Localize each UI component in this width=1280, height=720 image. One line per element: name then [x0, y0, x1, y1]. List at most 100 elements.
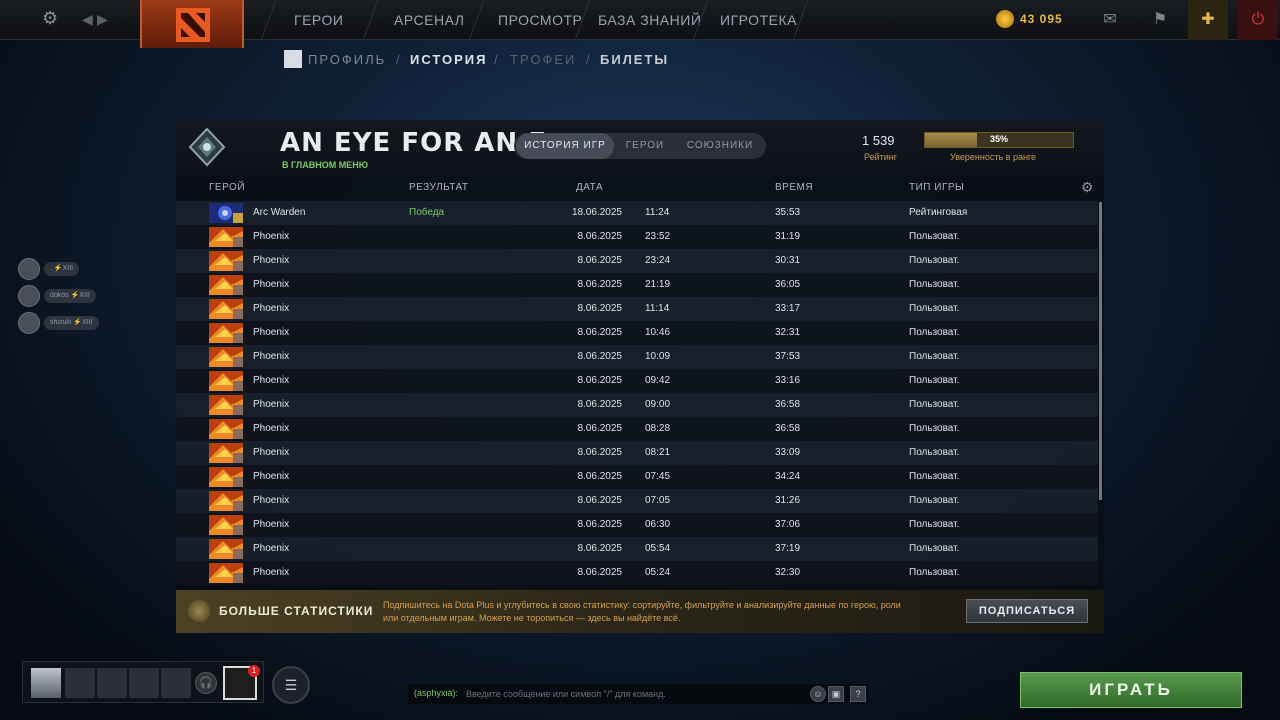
table-row[interactable]: Phoenix 8.06.2025 21:19 36:05 Пользоват.	[176, 273, 1098, 297]
match-date: 8.06.2025	[577, 303, 623, 314]
hero-portrait	[209, 563, 243, 583]
match-duration: 33:16	[775, 375, 801, 386]
nav-arcade[interactable]: ИГРОТЕКА	[720, 12, 797, 28]
match-duration: 35:53	[775, 207, 801, 218]
shards-counter[interactable]: 43 095	[996, 10, 1063, 28]
subnav-profile[interactable]: ПРОФИЛЬ	[308, 52, 386, 67]
match-time: 07:05	[645, 495, 671, 506]
column-header-game-type[interactable]: ТИП ИГРЫ	[909, 182, 964, 193]
nav-learn[interactable]: БАЗА ЗНАНИЙ	[598, 12, 701, 28]
match-date: 8.06.2025	[577, 519, 623, 530]
hero-name: Phoenix	[253, 543, 290, 554]
tab-heroes[interactable]: ГЕРОИ	[614, 133, 676, 159]
table-row[interactable]: Phoenix 8.06.2025 08:21 33:09 Пользоват.	[176, 441, 1098, 465]
nav-heroes[interactable]: ГЕРОИ	[294, 12, 343, 28]
friend-level: XIII	[82, 319, 93, 326]
table-row[interactable]: Phoenix 8.06.2025 06:30 37:06 Пользоват.	[176, 513, 1098, 537]
nav-divider	[260, 0, 277, 40]
match-duration: 37:53	[775, 351, 801, 362]
forward-arrow-icon[interactable]: ▶	[97, 11, 108, 28]
table-row[interactable]: Phoenix 8.06.2025 05:24 32:30 Пользоват.	[176, 561, 1098, 585]
friend-name: dokos	[50, 292, 69, 299]
friends-list-icon[interactable]: ☰	[272, 666, 310, 704]
avatar	[18, 285, 40, 307]
banner-icon[interactable]: ⚑	[1140, 0, 1180, 40]
chat-input[interactable]	[466, 687, 796, 701]
match-mode: Рейтинговая	[909, 207, 968, 218]
power-icon[interactable]: ⏻	[1238, 0, 1278, 40]
table-row[interactable]: Phoenix 8.06.2025 09:42 33:16 Пользоват.	[176, 369, 1098, 393]
match-date: 8.06.2025	[577, 375, 623, 386]
help-button[interactable]: ?	[850, 686, 866, 702]
friend-pill: . ⚡XIII	[44, 262, 80, 276]
shards-value: 43 095	[1020, 12, 1063, 27]
table-row[interactable]: Phoenix 8.06.2025 10:46 32:31 Пользоват.	[176, 321, 1098, 345]
hero-portrait	[209, 347, 243, 367]
avatar-icon[interactable]	[284, 50, 302, 68]
party-slot[interactable]	[97, 668, 127, 698]
play-button[interactable]: ИГРАТЬ	[1020, 672, 1242, 708]
match-duration: 36:05	[775, 279, 801, 290]
party-bar: 🎧	[22, 661, 264, 703]
match-time: 08:28	[645, 423, 671, 434]
mail-icon[interactable]: ✉	[1090, 0, 1130, 40]
hero-portrait	[209, 539, 243, 559]
nav-armory[interactable]: АРСЕНАЛ	[394, 12, 464, 28]
hero-portrait	[209, 275, 243, 295]
table-settings-gear-icon[interactable]: ⚙	[1081, 179, 1094, 196]
table-row[interactable]: Phoenix 8.06.2025 23:52 31:19 Пользоват.	[176, 225, 1098, 249]
tab-match-history[interactable]: ИСТОРИЯ ИГР	[516, 133, 614, 159]
table-row[interactable]: Phoenix 8.06.2025 10:09 37:53 Пользоват.	[176, 345, 1098, 369]
hero-name: Phoenix	[253, 303, 290, 314]
subnav-tickets[interactable]: БИЛЕТЫ	[600, 52, 669, 67]
match-mode: Пользоват.	[909, 447, 960, 458]
match-time: 06:30	[645, 519, 671, 530]
hero-portrait	[209, 323, 243, 343]
rating-value: 1 539	[862, 133, 895, 148]
tab-allies[interactable]: СОЮЗНИКИ	[676, 133, 764, 159]
profile-header: AN EYE FOR AN E ... В ГЛАВНОМ МЕНЮ ИСТОР…	[176, 120, 1104, 175]
match-date: 8.06.2025	[577, 447, 623, 458]
match-time: 10:09	[645, 351, 671, 362]
table-row[interactable]: Phoenix 8.06.2025 05:54 37:19 Пользоват.	[176, 537, 1098, 561]
hero-name: Phoenix	[253, 231, 290, 242]
match-mode: Пользоват.	[909, 519, 960, 530]
emoji-icon[interactable]: ☺	[810, 686, 826, 702]
nav-watch[interactable]: ПРОСМОТР	[498, 12, 582, 28]
scrollbar[interactable]	[1099, 202, 1102, 500]
match-duration: 31:19	[775, 231, 801, 242]
table-row[interactable]: Phoenix 8.06.2025 11:14 33:17 Пользоват.	[176, 297, 1098, 321]
dota-plus-icon[interactable]: ✚	[1188, 0, 1228, 40]
gear-icon[interactable]: ⚙	[42, 8, 58, 29]
party-slot[interactable]	[161, 668, 191, 698]
screenshot-icon[interactable]: ▣	[828, 686, 844, 702]
subnav-history[interactable]: ИСТОРИЯ	[410, 52, 488, 67]
column-header-date[interactable]: ДАТА	[576, 182, 603, 193]
match-mode: Пользоват.	[909, 471, 960, 482]
avatar[interactable]	[31, 668, 61, 698]
column-header-hero[interactable]: ГЕРОЙ	[209, 182, 245, 193]
table-row[interactable]: Phoenix 8.06.2025 23:24 30:31 Пользоват.	[176, 249, 1098, 273]
match-duration: 34:24	[775, 471, 801, 482]
match-date: 8.06.2025	[577, 543, 623, 554]
table-row[interactable]: Arc Warden Победа 18.06.2025 11:24 35:53 Рейт…	[176, 201, 1098, 225]
party-slot[interactable]	[65, 668, 95, 698]
table-row[interactable]: Phoenix 8.06.2025 08:28 36:58 Пользоват.	[176, 417, 1098, 441]
match-mode: Пользоват.	[909, 351, 960, 362]
friend-pill: dokos ⚡XIII	[44, 289, 96, 303]
subscribe-button[interactable]: ПОДПИСАТЬСЯ	[966, 599, 1088, 623]
hero-name: Phoenix	[253, 471, 290, 482]
column-header-duration[interactable]: ВРЕМЯ	[775, 182, 813, 193]
table-row[interactable]: Phoenix 8.06.2025 07:05 31:26 Пользоват.	[176, 489, 1098, 513]
table-row[interactable]: Phoenix 8.06.2025 09:00 36:58 Пользоват.	[176, 393, 1098, 417]
column-header-result[interactable]: РЕЗУЛЬТАТ	[409, 182, 468, 193]
subnav-trophies[interactable]: ТРОФЕИ	[510, 52, 576, 67]
match-duration: 37:06	[775, 519, 801, 530]
hero-name: Phoenix	[253, 495, 290, 506]
party-slot[interactable]	[129, 668, 159, 698]
table-row[interactable]: Phoenix 8.06.2025 07:45 34:24 Пользоват.	[176, 465, 1098, 489]
headset-icon[interactable]: 🎧	[195, 672, 217, 694]
match-list: Arc Warden Победа 18.06.2025 11:24 35:53 Рейт…	[176, 201, 1104, 590]
back-arrow-icon[interactable]: ◀	[82, 11, 93, 28]
home-tab[interactable]	[140, 0, 244, 48]
